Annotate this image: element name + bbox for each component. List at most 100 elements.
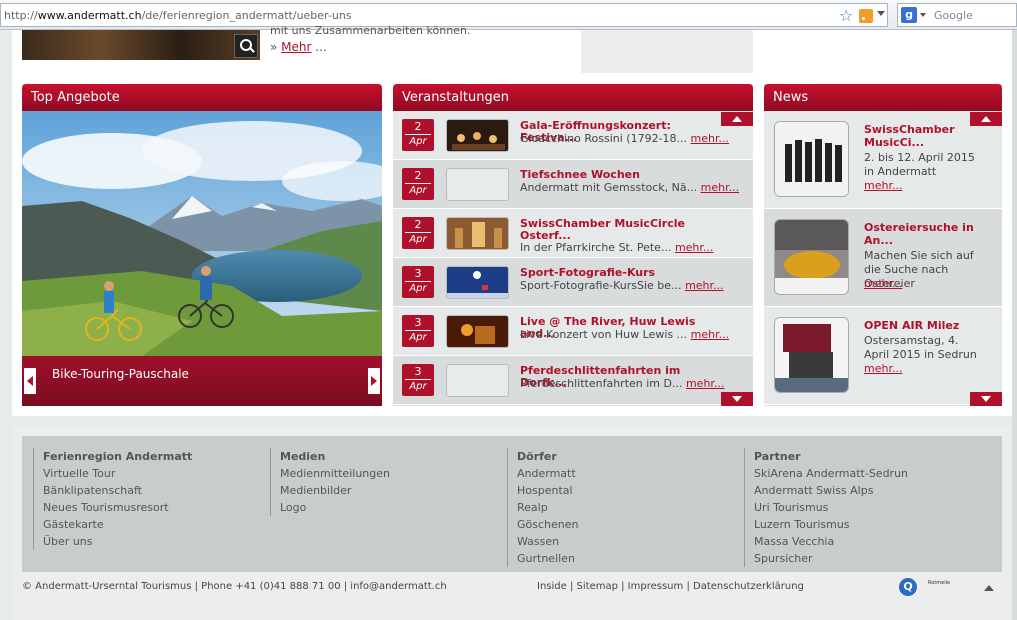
next-arrow-icon[interactable] xyxy=(368,368,380,394)
list-item[interactable]: SwissChamber MusicCi... 2. bis 12. April… xyxy=(764,111,1002,209)
event-thumbnail[interactable] xyxy=(446,266,509,299)
bike-touring-image[interactable] xyxy=(22,111,382,356)
list-item[interactable]: 3 Apr Live @ The River, Huw Lewis and... … xyxy=(393,307,753,356)
footer-link[interactable]: Realp xyxy=(517,499,578,516)
event-desc: Andermatt mit Gemsstock, Nä... mehr... xyxy=(520,181,740,194)
scroll-down-icon[interactable] xyxy=(721,392,753,406)
footer-link[interactable]: Andermatt xyxy=(517,465,578,482)
footer-link[interactable]: Massa Vecchia xyxy=(754,533,908,550)
footer-link[interactable]: Andermatt Swiss Alps xyxy=(754,482,908,499)
news-title-link[interactable]: Ostereiersuche in An... xyxy=(864,221,974,247)
list-item[interactable]: OPEN AIR Milez Ostersamstag, 4. April 20… xyxy=(764,307,1002,405)
event-more-link[interactable]: mehr... xyxy=(686,377,724,390)
events-title: Veranstaltungen xyxy=(393,84,753,111)
footer-link[interactable]: Uri Tourismus xyxy=(754,499,908,516)
footer-link[interactable]: Medienmitteilungen xyxy=(280,465,390,482)
event-desc: Pferdeschlittenfahrten im D... mehr... xyxy=(520,377,725,390)
sitemap-link[interactable]: Sitemap xyxy=(577,581,618,592)
intro-more: » Mehr ... xyxy=(270,40,327,54)
search-engine-dropdown-icon[interactable] xyxy=(920,13,926,17)
footer-link[interactable]: Neues Tourismusresort xyxy=(43,499,192,516)
footer-link[interactable]: Hospental xyxy=(517,482,578,499)
event-date: 3 Apr xyxy=(402,315,434,347)
event-thumbnail[interactable] xyxy=(446,364,509,397)
news-desc: 2. bis 12. April 2015 in Andermatt xyxy=(864,151,975,178)
news-title-link[interactable]: OPEN AIR Milez xyxy=(864,319,974,332)
scroll-up-icon[interactable] xyxy=(721,112,753,126)
events-panel: Veranstaltungen 2 Apr Gala-Eröffnungskonz… xyxy=(393,84,753,406)
event-title[interactable]: Tiefschnee Wochen xyxy=(520,169,712,181)
footer-link[interactable]: Über uns xyxy=(43,533,192,550)
events-list: 2 Apr Gala-Eröffnungskonzert: Festiva... … xyxy=(393,111,753,405)
news-more-link[interactable]: mehr... xyxy=(864,362,902,375)
footer-link[interactable]: Bänklipatenschaft xyxy=(43,482,192,499)
privacy-link[interactable]: Datenschutzerklärung xyxy=(693,581,804,592)
list-item[interactable]: 3 Apr Sport-Fotografie-Kurs Sport-Fotogra… xyxy=(393,258,753,307)
prev-arrow-icon[interactable] xyxy=(24,368,36,394)
list-item[interactable]: 2 Apr Gala-Eröffnungskonzert: Festiva... … xyxy=(393,111,753,160)
footer-heading: Partner xyxy=(754,450,801,463)
footer-column-medien: Medien Medienmitteilungen Medienbilder L… xyxy=(270,448,390,516)
event-thumbnail[interactable] xyxy=(446,119,509,152)
event-thumbnail[interactable] xyxy=(446,168,509,201)
footer-link[interactable]: Logo xyxy=(280,499,390,516)
footer-bottom-links: Inside | Sitemap | Impressum | Datenschu… xyxy=(537,581,804,592)
footer-link[interactable]: SkiArena Andermatt-Sedrun xyxy=(754,465,908,482)
scrollbar[interactable] xyxy=(1012,30,1017,620)
offer-caption-label: Bike-Touring-Pauschale xyxy=(52,367,189,381)
zoom-icon[interactable] xyxy=(234,34,258,58)
news-desc: Ostersamstag, 4. April 2015 in Sedrun xyxy=(864,334,977,361)
inside-link[interactable]: Inside xyxy=(537,581,567,592)
event-more-link[interactable]: mehr... xyxy=(691,132,729,145)
footer-link[interactable]: Wassen xyxy=(517,533,578,550)
footer-link[interactable]: Gästekarte xyxy=(43,516,192,533)
search-box[interactable]: g Google xyxy=(897,3,1017,27)
event-more-link[interactable]: mehr... xyxy=(701,181,739,194)
footer-link[interactable]: Luzern Tourismus xyxy=(754,516,908,533)
list-item[interactable]: 2 Apr SwissChamber MusicCircle Osterf... … xyxy=(393,209,753,258)
scroll-up-icon[interactable] xyxy=(970,112,1002,126)
scroll-down-icon[interactable] xyxy=(970,392,1002,406)
restaurant-image[interactable] xyxy=(22,30,260,60)
impressum-link[interactable]: Impressum xyxy=(628,581,684,592)
footer-link[interactable]: Virtuelle Tour xyxy=(43,465,192,482)
event-thumbnail[interactable] xyxy=(446,315,509,348)
url-text: http://www.andermatt.ch/de/ferienregion_… xyxy=(4,9,352,22)
google-icon[interactable]: g xyxy=(901,7,917,23)
event-title[interactable]: Sport-Fotografie-Kurs xyxy=(520,267,712,279)
event-more-link[interactable]: mehr... xyxy=(685,279,723,292)
rss-icon[interactable] xyxy=(859,9,873,23)
footer-column-ferienregion: Ferienregion Andermatt Virtuelle Tour Bä… xyxy=(33,448,192,550)
list-item[interactable]: 3 Apr Pferdeschlittenfahrten im Dorfk... … xyxy=(393,356,753,405)
intro-text: mit uns Zusammenarbeiten können. xyxy=(270,24,471,37)
news-more-link[interactable]: mehr... xyxy=(864,179,902,192)
news-thumbnail[interactable] xyxy=(774,121,849,197)
back-to-top-icon[interactable] xyxy=(984,585,994,591)
footer-link[interactable]: Göschenen xyxy=(517,516,578,533)
footer-link[interactable]: Spursicher xyxy=(754,550,908,567)
event-date: 2 Apr xyxy=(402,119,434,151)
url-dropdown-icon[interactable] xyxy=(877,11,885,16)
footer-link[interactable]: Gurtnellen xyxy=(517,550,578,567)
news-thumbnail[interactable] xyxy=(774,219,849,295)
news-more-link[interactable]: mehr... xyxy=(864,277,902,290)
event-date: 3 Apr xyxy=(402,364,434,396)
event-more-link[interactable]: mehr... xyxy=(675,241,713,254)
footer-link[interactable]: Medienbilder xyxy=(280,482,390,499)
news-panel: News SwissChamber MusicCi... 2. bis 12. … xyxy=(764,84,1002,406)
event-date: 2 Apr xyxy=(402,217,434,249)
list-item[interactable]: Ostereiersuche in An... Machen Sie sich … xyxy=(764,209,1002,307)
news-thumbnail[interactable] xyxy=(774,317,849,393)
more-link[interactable]: Mehr xyxy=(281,40,311,54)
list-item[interactable]: 2 Apr Tiefschnee Wochen Andermatt mit Gem… xyxy=(393,160,753,209)
partner-logo[interactable]: Rotmeile xyxy=(928,580,972,594)
event-title[interactable]: SwissChamber MusicCircle Osterf... xyxy=(520,218,712,242)
event-more-link[interactable]: mehr... xyxy=(691,328,729,341)
news-title-link[interactable]: SwissChamber MusicCi... xyxy=(864,123,974,149)
event-desc: Gioacchino Rossini (1792-18... mehr... xyxy=(520,132,730,145)
footer-columns: Ferienregion Andermatt Virtuelle Tour Bä… xyxy=(22,436,1002,572)
event-thumbnail[interactable] xyxy=(446,217,509,250)
offer-caption[interactable]: Bike-Touring-Pauschale xyxy=(22,356,382,406)
bookmark-star-icon[interactable]: ☆ xyxy=(839,6,853,25)
quality-logo[interactable]: Q xyxy=(899,578,917,596)
